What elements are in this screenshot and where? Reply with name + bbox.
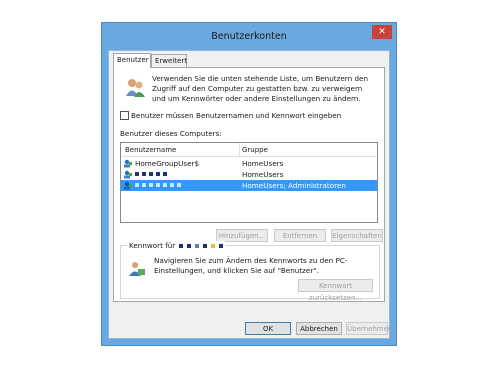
user-row[interactable]: HomeUsers <box>121 169 377 180</box>
reset-password-button[interactable]: Kennwort zurücksetzen... <box>298 279 373 302</box>
user-accounts-window: Benutzerkonten ✕ Benutzer Erweitert Verw… <box>101 22 397 346</box>
user-row[interactable]: HomeGroupUser$ HomeUsers <box>121 158 377 169</box>
list-header: Benutzername Gruppe <box>121 143 377 157</box>
remove-button[interactable]: Entfernen <box>274 229 326 242</box>
pc-settings-icon <box>129 262 145 276</box>
redacted-user-name <box>135 172 167 177</box>
user-name: HomeGroupUser$ <box>135 159 200 168</box>
user-icon <box>124 159 133 168</box>
intro-text: Verwenden Sie die unten stehende Liste, … <box>152 74 369 103</box>
title-bar[interactable]: Benutzerkonten ✕ <box>102 23 396 51</box>
password-group: Kennwort für Navigieren Sie zum Ändern d… <box>120 241 380 302</box>
column-header-group[interactable]: Gruppe <box>242 146 268 154</box>
window-title: Benutzerkonten <box>211 31 287 42</box>
user-icon <box>124 181 133 190</box>
require-password-label: Benutzer müssen Benutzernamen und Kennwo… <box>131 111 342 120</box>
column-separator[interactable] <box>239 143 240 156</box>
require-password-option[interactable]: Benutzer müssen Benutzernamen und Kennwo… <box>120 111 341 120</box>
cancel-button[interactable]: Abbrechen <box>296 322 342 335</box>
user-row-selected[interactable]: HomeUsers; Administratoren <box>121 180 377 191</box>
require-password-checkbox[interactable] <box>120 111 129 120</box>
users-section-label: Benutzer dieses Computers: <box>120 129 222 138</box>
redacted-user-name <box>135 183 181 188</box>
password-group-title-text: Kennwort für <box>129 241 176 250</box>
column-header-name[interactable]: Benutzername <box>125 146 176 154</box>
user-icon <box>124 170 133 179</box>
dialog-client-area: Benutzer Erweitert Verwenden Sie die unt… <box>108 50 392 339</box>
password-group-title: Kennwort für <box>127 241 226 250</box>
user-group: HomeUsers <box>242 170 284 179</box>
users-icon <box>126 79 145 97</box>
properties-button[interactable]: Eigenschaften <box>331 229 383 242</box>
redacted-account-name <box>178 243 224 248</box>
user-list[interactable]: Benutzername Gruppe HomeGroupUser$ HomeU… <box>120 142 378 223</box>
user-group: HomeUsers; Administratoren <box>242 181 346 190</box>
users-tab-panel: Verwenden Sie die unten stehende Liste, … <box>113 67 385 302</box>
close-button[interactable]: ✕ <box>372 25 392 39</box>
user-group: HomeUsers <box>242 159 284 168</box>
ok-button[interactable]: OK <box>245 322 291 335</box>
tab-erweitert[interactable]: Erweitert <box>151 54 187 67</box>
tab-benutzer[interactable]: Benutzer <box>113 53 151 68</box>
apply-button[interactable]: Übernehmen <box>346 322 392 335</box>
password-group-text: Navigieren Sie zum Ändern des Kennworts … <box>154 256 348 275</box>
